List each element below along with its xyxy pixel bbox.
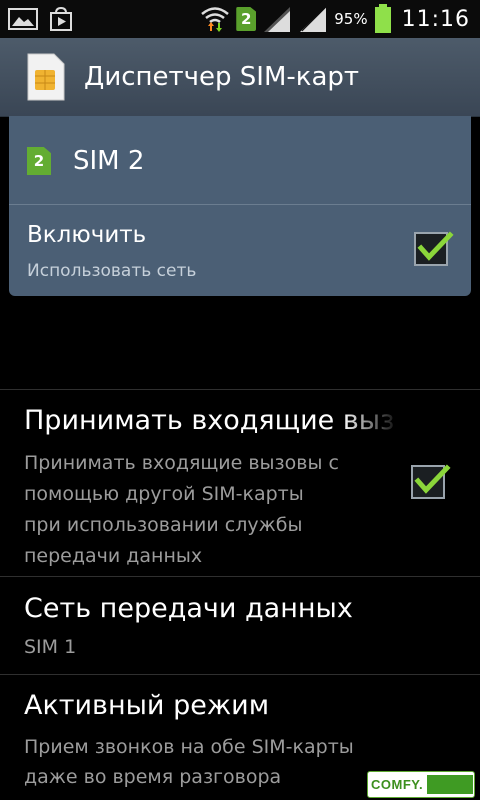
sim-manager-icon[interactable] xyxy=(24,52,66,102)
active-mode-desc-line-2: даже во время разговора xyxy=(24,766,282,788)
data-network-value: SIM 1 xyxy=(24,636,77,658)
checkmark-icon xyxy=(417,231,454,261)
watermark-text: COMFY. xyxy=(371,777,424,792)
wifi-icon xyxy=(201,7,230,32)
enable-sim-label[interactable]: Включить xyxy=(27,222,146,248)
incoming-calls-checkbox[interactable] xyxy=(411,464,451,499)
active-mode-desc-line-1: Прием звонков на обе SIM-карты xyxy=(24,736,354,758)
sim2-header: 2 SIM 2 xyxy=(27,146,144,176)
incoming-calls-desc-line-2: помощью другой SIM-карты xyxy=(24,483,304,505)
checkmark-icon xyxy=(414,464,451,494)
sim2-name[interactable]: SIM 2 xyxy=(73,146,144,176)
incoming-calls-desc-line-3: при использовании службы xyxy=(24,514,303,536)
list-divider xyxy=(0,674,480,675)
app-header: Диспетчер SIM-карт xyxy=(0,38,480,117)
clock: 11:16 xyxy=(401,6,470,32)
enable-sim-description: Использовать сеть xyxy=(27,261,197,281)
battery-percent: 95% xyxy=(334,10,368,28)
incoming-calls-desc-line-4: передачи данных xyxy=(24,545,203,567)
incoming-calls-title: Принимать входящие выз xyxy=(24,405,395,436)
list-divider xyxy=(0,389,480,390)
signal-icon-sim2 xyxy=(300,6,327,32)
sim2-panel-divider xyxy=(9,204,471,205)
play-store-icon xyxy=(50,6,72,31)
watermark-badge xyxy=(427,775,474,794)
signal-icon xyxy=(264,7,291,32)
comfy-watermark-logo: COMFY. xyxy=(367,771,475,798)
incoming-calls-desc-line-1: Принимать входящие вызовы с xyxy=(24,452,339,474)
enable-sim-checkbox[interactable] xyxy=(414,231,454,266)
active-mode-title: Активный режим xyxy=(24,690,270,721)
sim2-panel: 2 SIM 2 Включить Использовать сеть xyxy=(9,116,471,296)
gallery-icon xyxy=(8,8,38,30)
battery-icon xyxy=(374,4,391,33)
status-bar: 2 95% 11:16 xyxy=(0,0,480,38)
sim2-status-icon: 2 xyxy=(236,7,257,31)
data-network-title: Сеть передачи данных xyxy=(24,593,353,624)
sim2-icon: 2 xyxy=(27,147,51,175)
list-divider xyxy=(0,576,480,577)
page-title: Диспетчер SIM-карт xyxy=(84,62,360,92)
